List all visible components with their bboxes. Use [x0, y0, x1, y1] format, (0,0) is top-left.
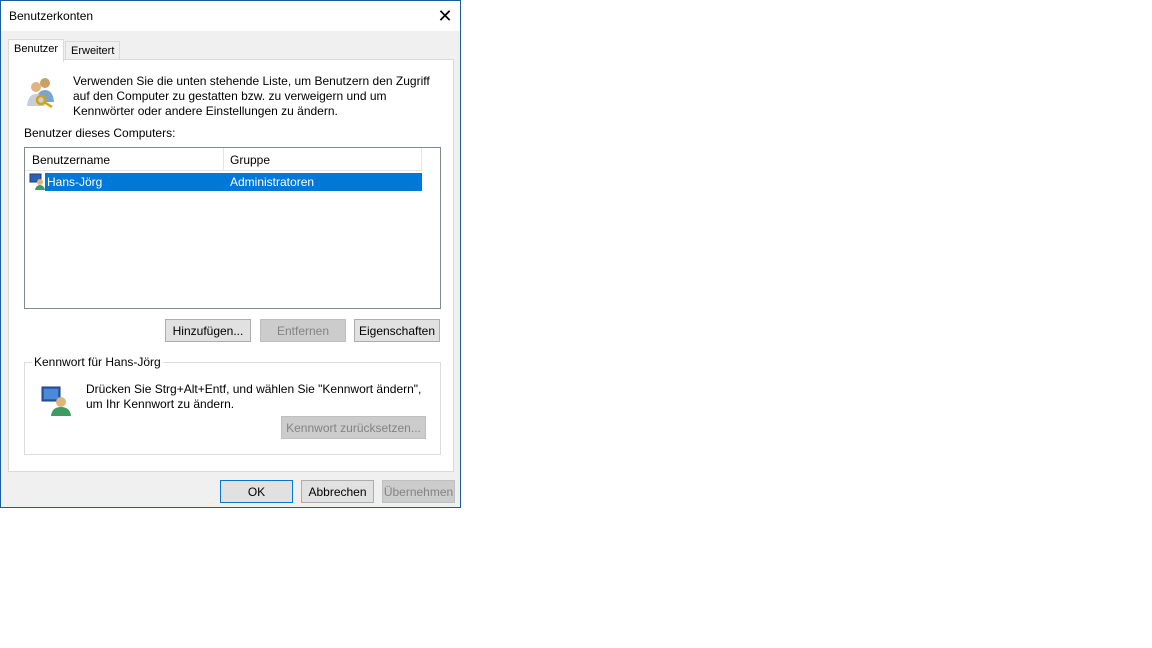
users-key-icon [24, 74, 60, 110]
column-header-username[interactable]: Benutzername [32, 153, 110, 167]
user-accounts-dialog: Benutzerkonten ✕ Benutzer Erweitert Verw… [0, 0, 461, 508]
table-row[interactable]: Hans-Jörg Administratoren [45, 173, 422, 191]
remove-user-button[interactable]: Entfernen [260, 319, 346, 342]
column-divider[interactable] [421, 148, 422, 170]
tab-panel-benutzer: Verwenden Sie die unten stehende Liste, … [8, 59, 454, 472]
column-header-group[interactable]: Gruppe [230, 153, 270, 167]
users-listview[interactable]: Benutzername Gruppe Hans-Jörg Administra… [24, 147, 441, 309]
password-instructions: Drücken Sie Strg+Alt+Entf, und wählen Si… [86, 382, 422, 411]
column-divider[interactable] [223, 148, 224, 170]
intro-text: Verwenden Sie die unten stehende Liste, … [73, 74, 430, 118]
close-icon: ✕ [437, 5, 453, 26]
window-title: Benutzerkonten [9, 9, 94, 23]
cell-username: Hans-Jörg [47, 175, 103, 189]
tab-label: Benutzer [14, 43, 59, 55]
tab-erweitert[interactable]: Erweitert [65, 41, 121, 61]
reset-password-button[interactable]: Kennwort zurücksetzen... [281, 416, 426, 439]
users-list-label: Benutzer dieses Computers: [24, 126, 176, 140]
cancel-button[interactable]: Abbrechen [301, 480, 374, 503]
ok-button[interactable]: OK [220, 480, 293, 503]
title-bar: Benutzerkonten ✕ [1, 1, 460, 31]
listview-header: Benutzername Gruppe [25, 148, 422, 171]
close-button[interactable]: ✕ [430, 1, 460, 31]
add-user-button[interactable]: Hinzufügen... [165, 319, 251, 342]
apply-button[interactable]: Übernehmen [382, 480, 455, 503]
password-group-title: Kennwort für Hans-Jörg [32, 355, 163, 369]
tab-label: Erweitert [71, 45, 115, 57]
cell-group: Administratoren [230, 175, 315, 189]
user-computer-icon [29, 173, 46, 190]
properties-button[interactable]: Eigenschaften [354, 319, 440, 342]
tab-benutzer[interactable]: Benutzer [8, 39, 65, 62]
user-computer-icon [41, 385, 73, 417]
